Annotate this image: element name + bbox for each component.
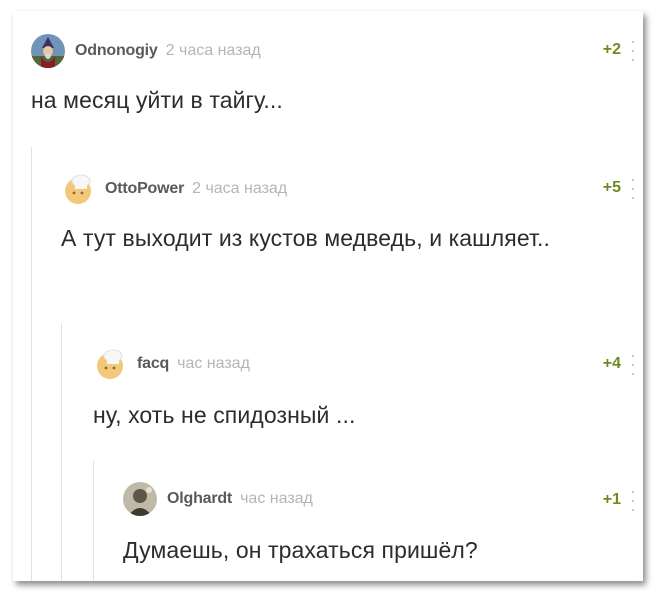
comment-author[interactable]: Olghardt <box>167 490 232 508</box>
comment-header: OttoPower 2 часа назад <box>61 173 287 205</box>
comment-thread: Odnonogiy 2 часа назад +2 на месяц уйти … <box>13 11 643 581</box>
comment-score: +5 <box>602 179 621 196</box>
comment-author[interactable]: Odnonogiy <box>75 42 158 60</box>
more-options-icon[interactable] <box>631 179 635 199</box>
comment-author[interactable]: OttoPower <box>105 180 184 198</box>
comment-time[interactable]: 2 часа назад <box>192 180 287 198</box>
more-options-icon[interactable] <box>631 41 635 61</box>
comment-header: Odnonogiy 2 часа назад <box>31 34 261 68</box>
comment-time[interactable]: час назад <box>240 490 313 508</box>
comment-text: Думаешь, он трахаться пришёл? <box>123 537 478 563</box>
comment-text: А тут выходит из кустов медведь, и кашля… <box>61 225 551 251</box>
comment-text: на месяц уйти в тайгу... <box>31 87 283 113</box>
comment-score: +4 <box>602 355 621 372</box>
comment-time[interactable]: час назад <box>177 355 250 373</box>
comment-author[interactable]: facq <box>137 355 169 373</box>
wizard-avatar-icon[interactable] <box>31 34 65 68</box>
more-options-icon[interactable] <box>631 491 635 511</box>
comment-time[interactable]: 2 часа назад <box>166 42 261 60</box>
thread-line-level-2[interactable] <box>61 323 62 581</box>
comment-header: Olghardt час назад <box>123 482 313 516</box>
comment-text: ну, хоть не спидозный ... <box>93 402 356 428</box>
photo-avatar-icon[interactable] <box>123 482 157 516</box>
more-options-icon[interactable] <box>631 355 635 375</box>
thread-line-level-3[interactable] <box>93 461 94 581</box>
comment-score: +1 <box>602 491 621 508</box>
thread-line-level-1[interactable] <box>31 147 32 581</box>
comment-header: facq час назад <box>93 348 250 380</box>
default-chef-avatar-icon[interactable] <box>61 172 95 206</box>
comment-score: +2 <box>602 41 621 58</box>
default-chef-avatar-icon[interactable] <box>93 347 127 381</box>
